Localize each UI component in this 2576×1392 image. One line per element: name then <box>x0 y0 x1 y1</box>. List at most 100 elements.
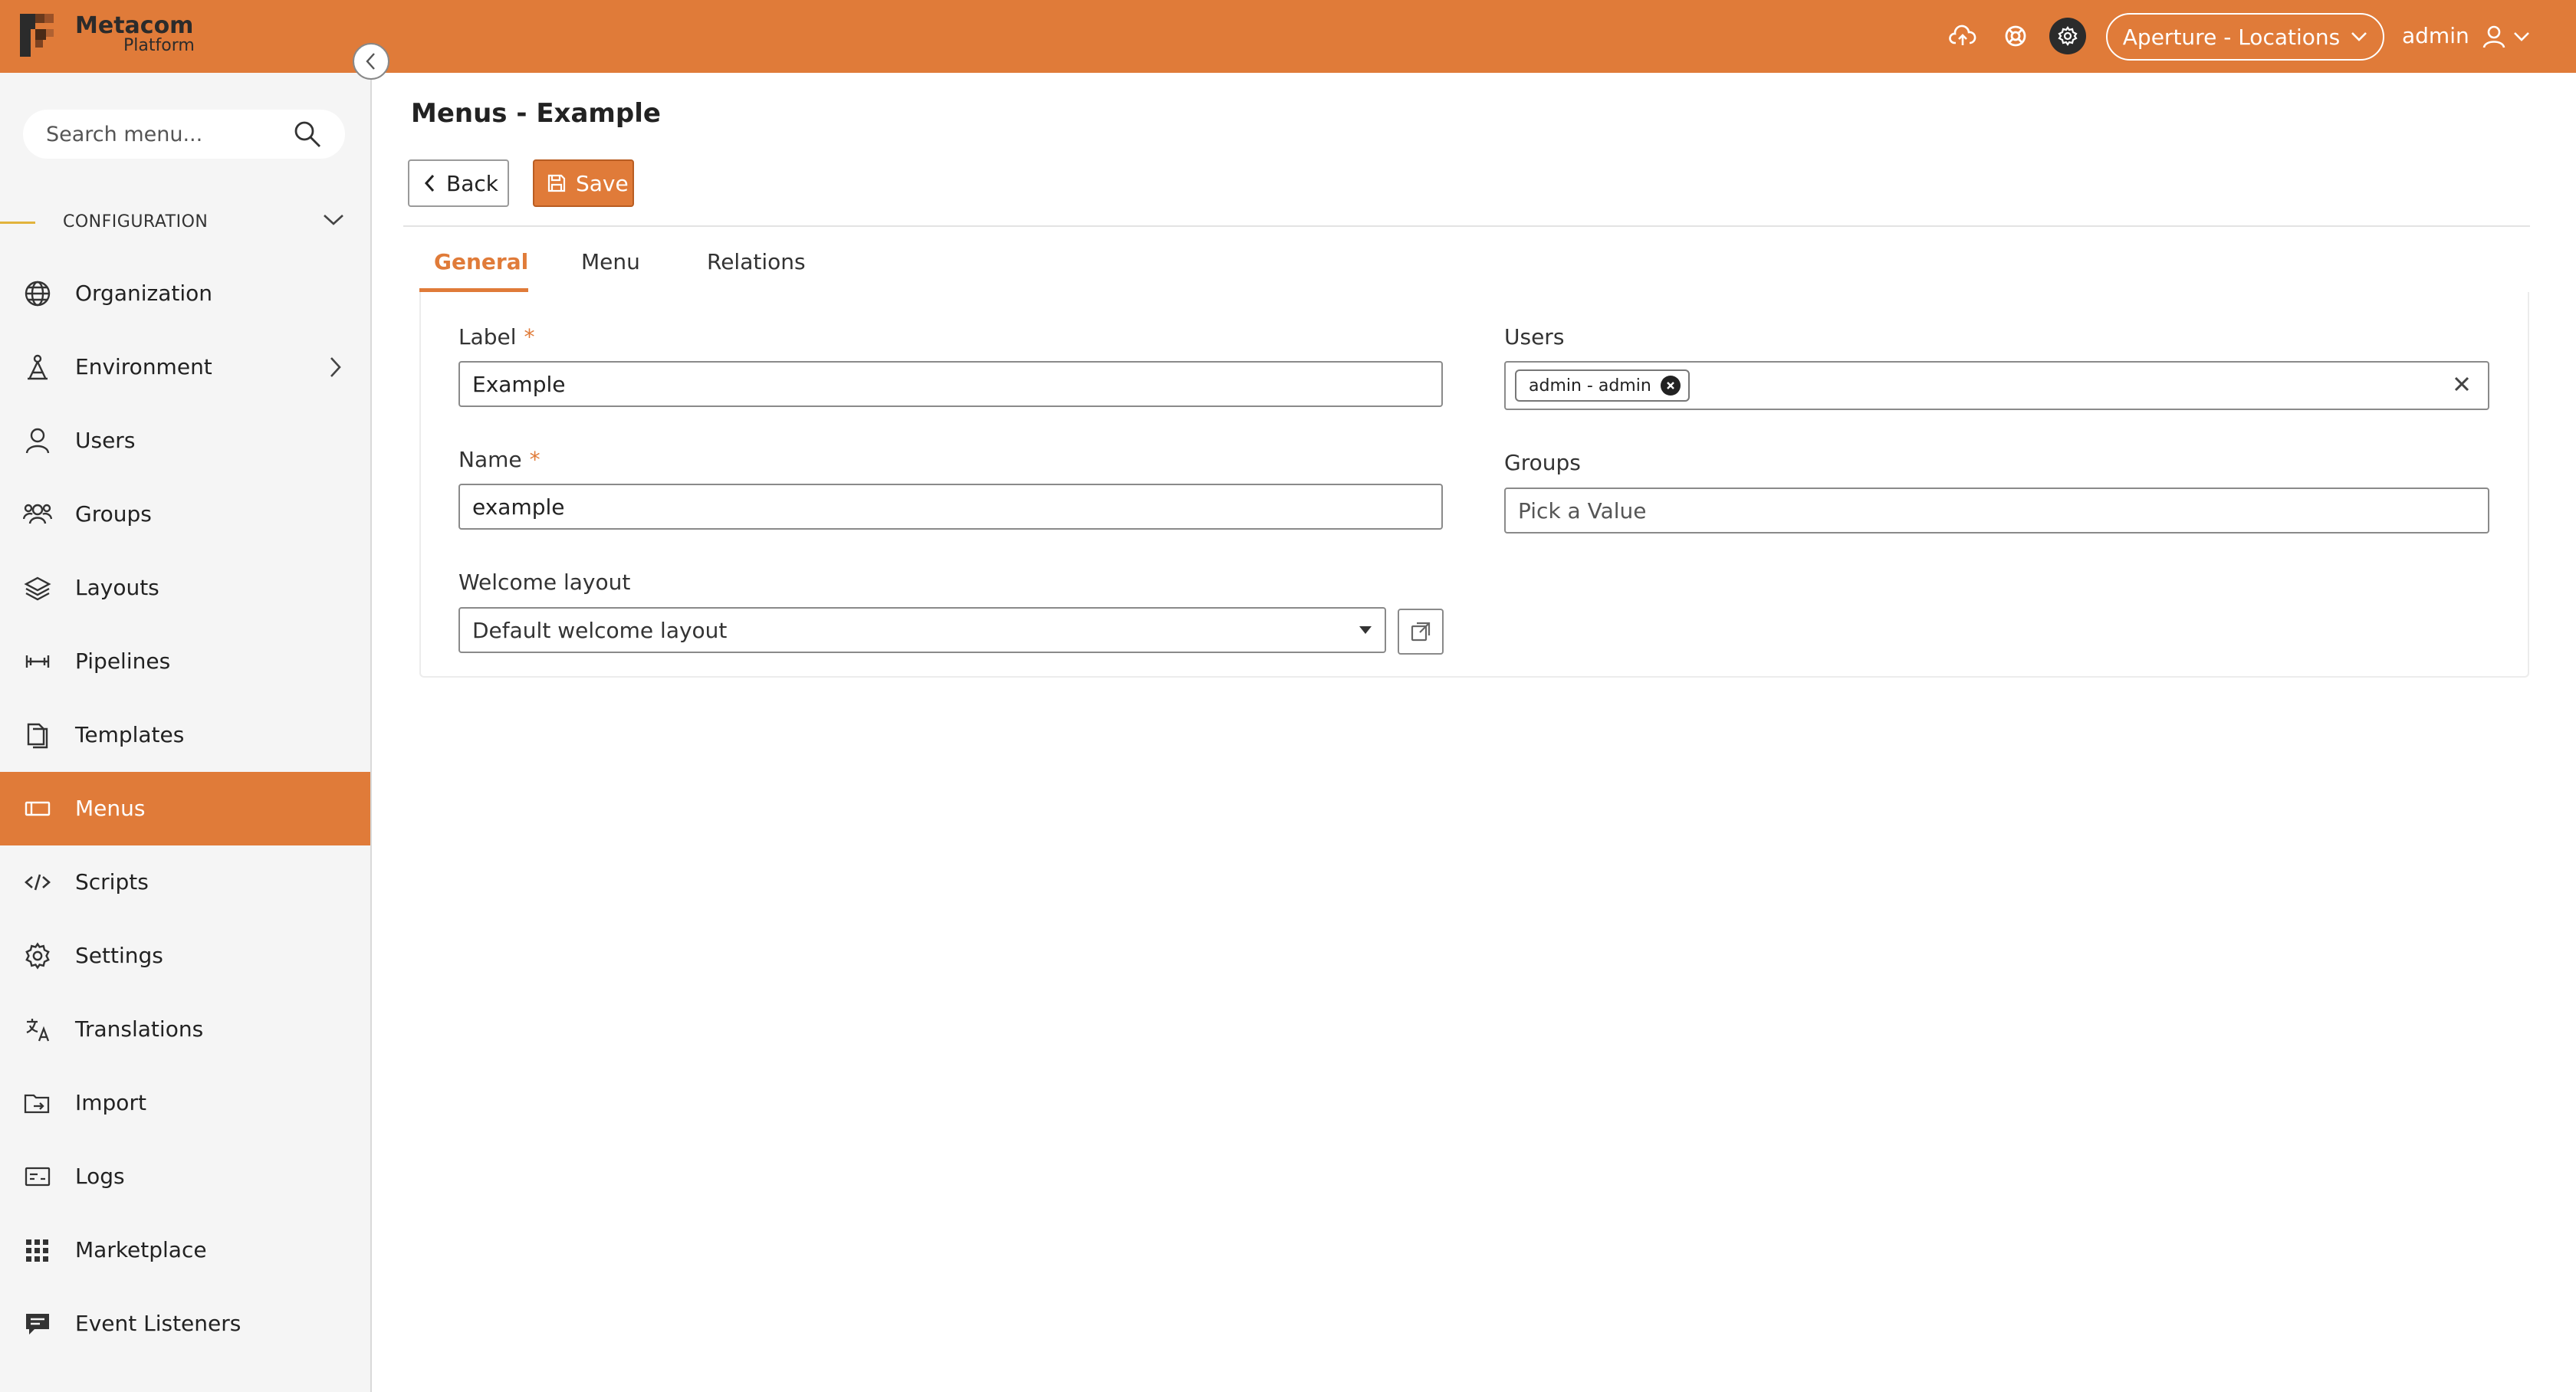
sidebar-search <box>23 110 345 159</box>
chevron-left-icon <box>366 53 375 70</box>
pipeline-icon <box>23 647 52 676</box>
globe-icon <box>23 279 52 308</box>
sidebar-collapse-button[interactable] <box>353 43 389 80</box>
environment-label: Aperture - Locations <box>2122 24 2341 50</box>
users-multiselect[interactable]: admin - admin <box>1504 361 2489 410</box>
welcome-layout-select[interactable]: Default welcome layout <box>458 607 1386 653</box>
translate-icon <box>23 1015 52 1044</box>
app-subtitle: Platform <box>123 36 195 55</box>
sidebar-item-label: Event Listeners <box>75 1311 242 1336</box>
open-in-new-icon <box>1411 622 1431 642</box>
chevron-right-icon <box>330 357 341 377</box>
back-button[interactable]: Back <box>408 159 509 207</box>
label-input[interactable] <box>472 371 1429 397</box>
tab-relations[interactable]: Relations <box>707 245 806 291</box>
chevron-down-icon <box>324 215 343 225</box>
sidebar-item-scripts[interactable]: Scripts <box>0 845 370 919</box>
clear-all-icon[interactable] <box>2453 375 2471 393</box>
sidebar-item-label: Logs <box>75 1164 125 1189</box>
gear-icon <box>23 941 52 970</box>
name-field <box>458 484 1443 530</box>
user-chip-label: admin - admin <box>1529 376 1651 396</box>
label-field-label: Label * <box>458 322 535 353</box>
user-chip: admin - admin <box>1515 369 1690 402</box>
app-title: Metacom <box>75 12 194 39</box>
sidebar-item-layouts[interactable]: Layouts <box>0 551 370 625</box>
field-label-text: Label <box>458 324 517 350</box>
required-mark: * <box>524 324 535 350</box>
user-icon <box>2482 25 2505 48</box>
logs-icon <box>23 1162 52 1191</box>
metacom-logo[interactable] <box>20 14 63 57</box>
sidebar-item-label: Translations <box>75 1016 204 1042</box>
welcome-layout-label: Welcome layout <box>458 570 631 595</box>
save-icon <box>547 174 566 192</box>
sidebar-item-label: Menus <box>75 796 146 821</box>
required-mark: * <box>529 447 540 472</box>
label-field <box>458 361 1443 407</box>
groups-input[interactable] <box>1518 497 2476 524</box>
sidebar-item-label: Scripts <box>75 869 149 895</box>
groups-field-label: Groups <box>1504 450 1581 475</box>
sidebar-nav: Organization Environment Users Groups La… <box>0 257 370 1361</box>
tab-general[interactable]: General <box>434 245 528 291</box>
open-layout-button[interactable] <box>1398 609 1444 655</box>
sidebar-item-menus[interactable]: Menus <box>0 772 370 845</box>
user-icon <box>23 426 52 455</box>
page-title: Menus - Example <box>411 98 661 129</box>
environment-icon <box>23 353 52 382</box>
support-icon[interactable] <box>1999 19 2032 53</box>
sidebar-item-label: Settings <box>75 943 163 968</box>
sidebar-item-logs[interactable]: Logs <box>0 1140 370 1213</box>
sidebar-item-settings[interactable]: Settings <box>0 919 370 993</box>
chevron-left-icon <box>424 174 435 192</box>
cloud-upload-icon[interactable] <box>1946 19 1980 53</box>
section-indicator <box>0 222 35 224</box>
sidebar-item-pipelines[interactable]: Pipelines <box>0 625 370 698</box>
settings-icon[interactable] <box>2049 18 2086 54</box>
save-button-label: Save <box>576 170 629 196</box>
sidebar-item-organization[interactable]: Organization <box>0 257 370 330</box>
sidebar-item-label: Users <box>75 428 136 453</box>
back-button-label: Back <box>446 170 498 196</box>
section-label: CONFIGURATION <box>63 212 209 231</box>
tab-menu[interactable]: Menu <box>581 245 640 291</box>
search-icon[interactable] <box>293 120 322 149</box>
sidebar-item-environment[interactable]: Environment <box>0 330 370 404</box>
environment-selector[interactable]: Aperture - Locations <box>2106 13 2384 61</box>
caret-down-icon <box>1359 626 1372 634</box>
remove-chip-icon[interactable] <box>1660 376 1681 396</box>
sidebar-item-label: Marketplace <box>75 1237 207 1262</box>
user-menu[interactable] <box>2482 21 2530 52</box>
name-input[interactable] <box>472 494 1429 520</box>
sidebar-item-templates[interactable]: Templates <box>0 698 370 772</box>
code-icon <box>23 868 52 897</box>
sidebar-item-groups[interactable]: Groups <box>0 478 370 551</box>
sidebar-item-users[interactable]: Users <box>0 404 370 478</box>
sidebar-item-import[interactable]: Import <box>0 1066 370 1140</box>
marketplace-icon <box>23 1236 52 1265</box>
user-name[interactable]: admin <box>2402 21 2469 51</box>
sidebar-item-label: Environment <box>75 354 212 379</box>
search-input[interactable] <box>46 122 293 146</box>
menu-icon <box>23 794 52 823</box>
layers-icon <box>23 573 52 602</box>
header-divider <box>403 225 2530 227</box>
sidebar-item-label: Pipelines <box>75 648 171 674</box>
field-label-text: Name <box>458 447 522 472</box>
sidebar-item-label: Organization <box>75 281 213 306</box>
sidebar-item-translations[interactable]: Translations <box>0 993 370 1066</box>
templates-icon <box>23 721 52 750</box>
sidebar-item-label: Templates <box>75 722 185 747</box>
groups-icon <box>23 500 52 529</box>
sidebar-item-label: Import <box>75 1090 146 1115</box>
sidebar-item-label: Layouts <box>75 575 159 600</box>
save-button[interactable]: Save <box>533 159 634 207</box>
event-icon <box>23 1309 52 1338</box>
sidebar-item-event-listeners[interactable]: Event Listeners <box>0 1287 370 1361</box>
groups-field <box>1504 488 2489 533</box>
section-configuration[interactable]: CONFIGURATION <box>0 200 372 246</box>
sidebar-item-marketplace[interactable]: Marketplace <box>0 1213 370 1287</box>
name-field-label: Name * <box>458 445 540 475</box>
sidebar: CONFIGURATION Organization Environment U… <box>0 73 372 1392</box>
